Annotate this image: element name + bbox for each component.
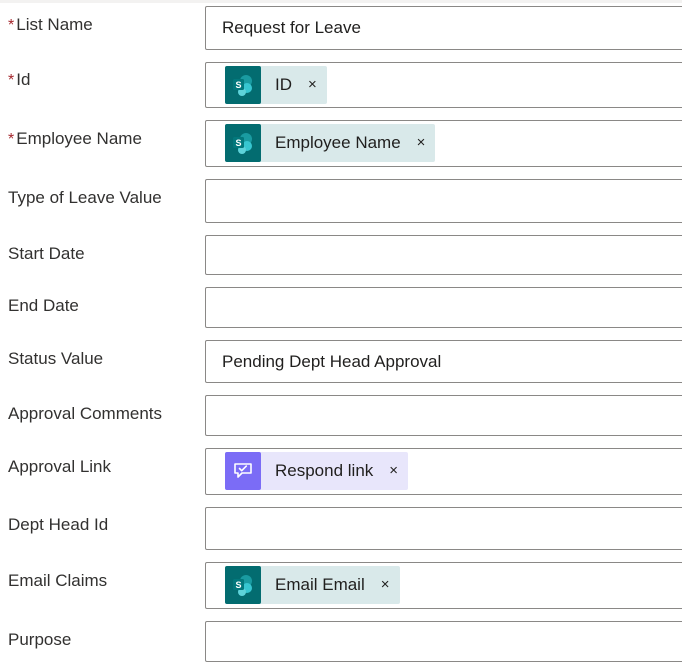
approvals-icon [225, 452, 261, 490]
field-label: Email Claims [8, 571, 108, 590]
approval-comments-input[interactable] [205, 395, 682, 436]
field-label: Purpose [8, 630, 72, 649]
sharepoint-icon: S [225, 124, 261, 162]
row-email-claims: Email Claims S Email Email × [0, 562, 682, 609]
start-date-input[interactable] [205, 235, 682, 275]
top-divider [0, 0, 682, 3]
field-label: * Employee Name [8, 129, 142, 148]
field-label: Dept Head Id [8, 515, 109, 534]
field-label: * Id [8, 70, 31, 89]
token-label: ID [275, 75, 292, 94]
remove-token-icon[interactable]: × [373, 452, 408, 490]
field-label: Approval Link [8, 457, 112, 476]
field-label: Start Date [8, 244, 85, 263]
field-label: * List Name [8, 15, 93, 34]
approval-link-input[interactable]: Respond link × [205, 448, 682, 495]
email-claims-input[interactable]: S Email Email × [205, 562, 682, 609]
status-value-text: Pending Dept Head Approval [222, 352, 442, 371]
field-label: Approval Comments [8, 404, 163, 423]
list-name-input[interactable]: Request for Leave [205, 6, 682, 50]
dynamic-content-token[interactable]: S ID × [225, 66, 327, 104]
row-approval-link: Approval Link Respond link × [0, 448, 682, 495]
row-purpose: Purpose [0, 621, 682, 662]
dynamic-content-token[interactable]: Respond link × [225, 452, 409, 490]
dynamic-content-token[interactable]: S Employee Name × [225, 124, 436, 162]
employee-name-input[interactable]: S Employee Name × [205, 120, 682, 167]
required-marker: * [8, 17, 15, 34]
id-input[interactable]: S ID × [205, 62, 682, 108]
list-name-value: Request for Leave [222, 18, 361, 37]
remove-token-icon[interactable]: × [292, 66, 327, 104]
row-dept-head-id: Dept Head Id [0, 507, 682, 550]
row-employee-name: * Employee Name S Employee Name × [0, 120, 682, 167]
remove-token-icon[interactable]: × [401, 124, 436, 162]
status-value-input[interactable]: Pending Dept Head Approval [205, 340, 682, 383]
row-id: * Id S ID × [0, 62, 682, 108]
dept-head-id-input[interactable] [205, 507, 682, 550]
svg-text:S: S [235, 80, 241, 90]
purpose-input[interactable] [205, 621, 682, 662]
required-marker: * [8, 72, 15, 89]
sharepoint-icon: S [225, 66, 261, 104]
row-status-value: Status Value Pending Dept Head Approval [0, 340, 682, 383]
row-type-of-leave: Type of Leave Value [0, 179, 682, 223]
field-label: Status Value [8, 349, 104, 368]
type-of-leave-input[interactable] [205, 179, 682, 223]
svg-text:S: S [235, 138, 241, 148]
token-label: Respond link [275, 461, 374, 480]
row-approval-comments: Approval Comments [0, 395, 682, 436]
row-end-date: End Date [0, 287, 682, 328]
row-start-date: Start Date [0, 235, 682, 275]
field-label: End Date [8, 296, 79, 315]
sharepoint-icon: S [225, 566, 261, 604]
token-label: Email Email [275, 575, 365, 594]
row-list-name: * List Name Request for Leave [0, 5, 682, 50]
token-label: Employee Name [275, 133, 401, 152]
end-date-input[interactable] [205, 287, 682, 328]
field-label: Type of Leave Value [8, 188, 162, 207]
svg-text:S: S [235, 580, 241, 590]
required-marker: * [8, 131, 15, 148]
remove-token-icon[interactable]: × [365, 566, 400, 604]
dynamic-content-token[interactable]: S Email Email × [225, 566, 400, 604]
